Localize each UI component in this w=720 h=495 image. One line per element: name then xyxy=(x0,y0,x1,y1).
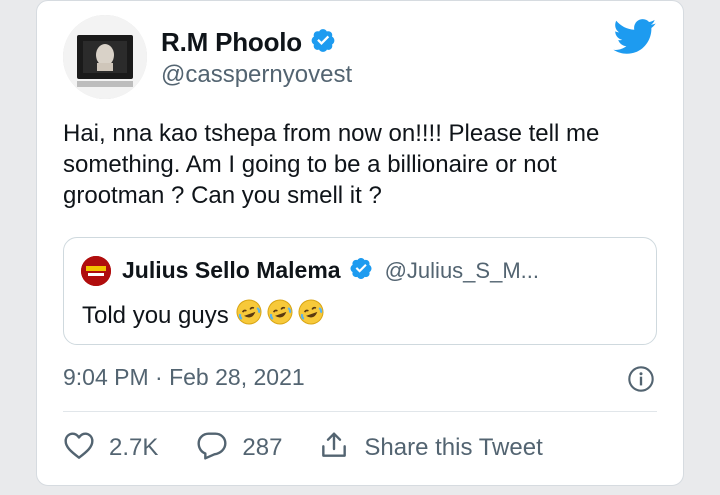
reply-button[interactable]: 287 xyxy=(196,430,282,467)
laughing-emoji-icon xyxy=(266,298,294,333)
author-name[interactable]: R.M Phoolo xyxy=(161,27,302,58)
author-handle[interactable]: @casspernyovest xyxy=(161,61,352,89)
like-button[interactable]: 2.7K xyxy=(63,430,158,467)
twitter-bird-icon[interactable] xyxy=(613,19,657,60)
quoted-author-row: Julius Sello Malema @Julius_S_M... xyxy=(122,256,539,285)
emoji-row xyxy=(235,298,325,333)
quoted-tweet-text-row: Told you guys xyxy=(82,298,325,333)
reply-count: 287 xyxy=(242,434,283,461)
verified-badge-icon xyxy=(310,27,336,58)
tweet-text: Hai, nna kao tshepa from now on!!!! Plea… xyxy=(63,120,600,209)
laughing-emoji-icon xyxy=(235,298,263,333)
laughing-emoji-icon xyxy=(297,298,325,333)
verified-badge-icon xyxy=(349,256,373,285)
action-bar: 2.7K 287 Share this Tweet xyxy=(63,426,543,470)
tweet-timestamp[interactable]: 9:04 PM · Feb 28, 2021 xyxy=(63,364,305,391)
quoted-tweet-text: Told you guys xyxy=(82,301,229,329)
divider xyxy=(63,411,657,412)
like-count: 2.7K xyxy=(109,434,159,461)
share-tweet-button[interactable]: Share this Tweet xyxy=(318,429,543,468)
quoted-author-name[interactable]: Julius Sello Malema xyxy=(122,257,341,284)
info-icon[interactable] xyxy=(627,365,655,398)
reply-bubble-icon xyxy=(196,430,228,467)
quoted-tweet[interactable]: Julius Sello Malema @Julius_S_M... Told … xyxy=(63,237,657,345)
quoted-author-avatar[interactable] xyxy=(81,256,111,286)
author-avatar[interactable] xyxy=(63,15,147,99)
share-label: Share this Tweet xyxy=(364,434,543,461)
tweet-card[interactable]: R.M Phoolo @casspernyovest Hai, nna kao … xyxy=(36,0,684,486)
heart-icon xyxy=(63,430,95,467)
share-icon xyxy=(318,429,350,468)
quoted-author-handle[interactable]: @Julius_S_M... xyxy=(385,258,539,284)
author-name-row: R.M Phoolo xyxy=(161,27,336,58)
